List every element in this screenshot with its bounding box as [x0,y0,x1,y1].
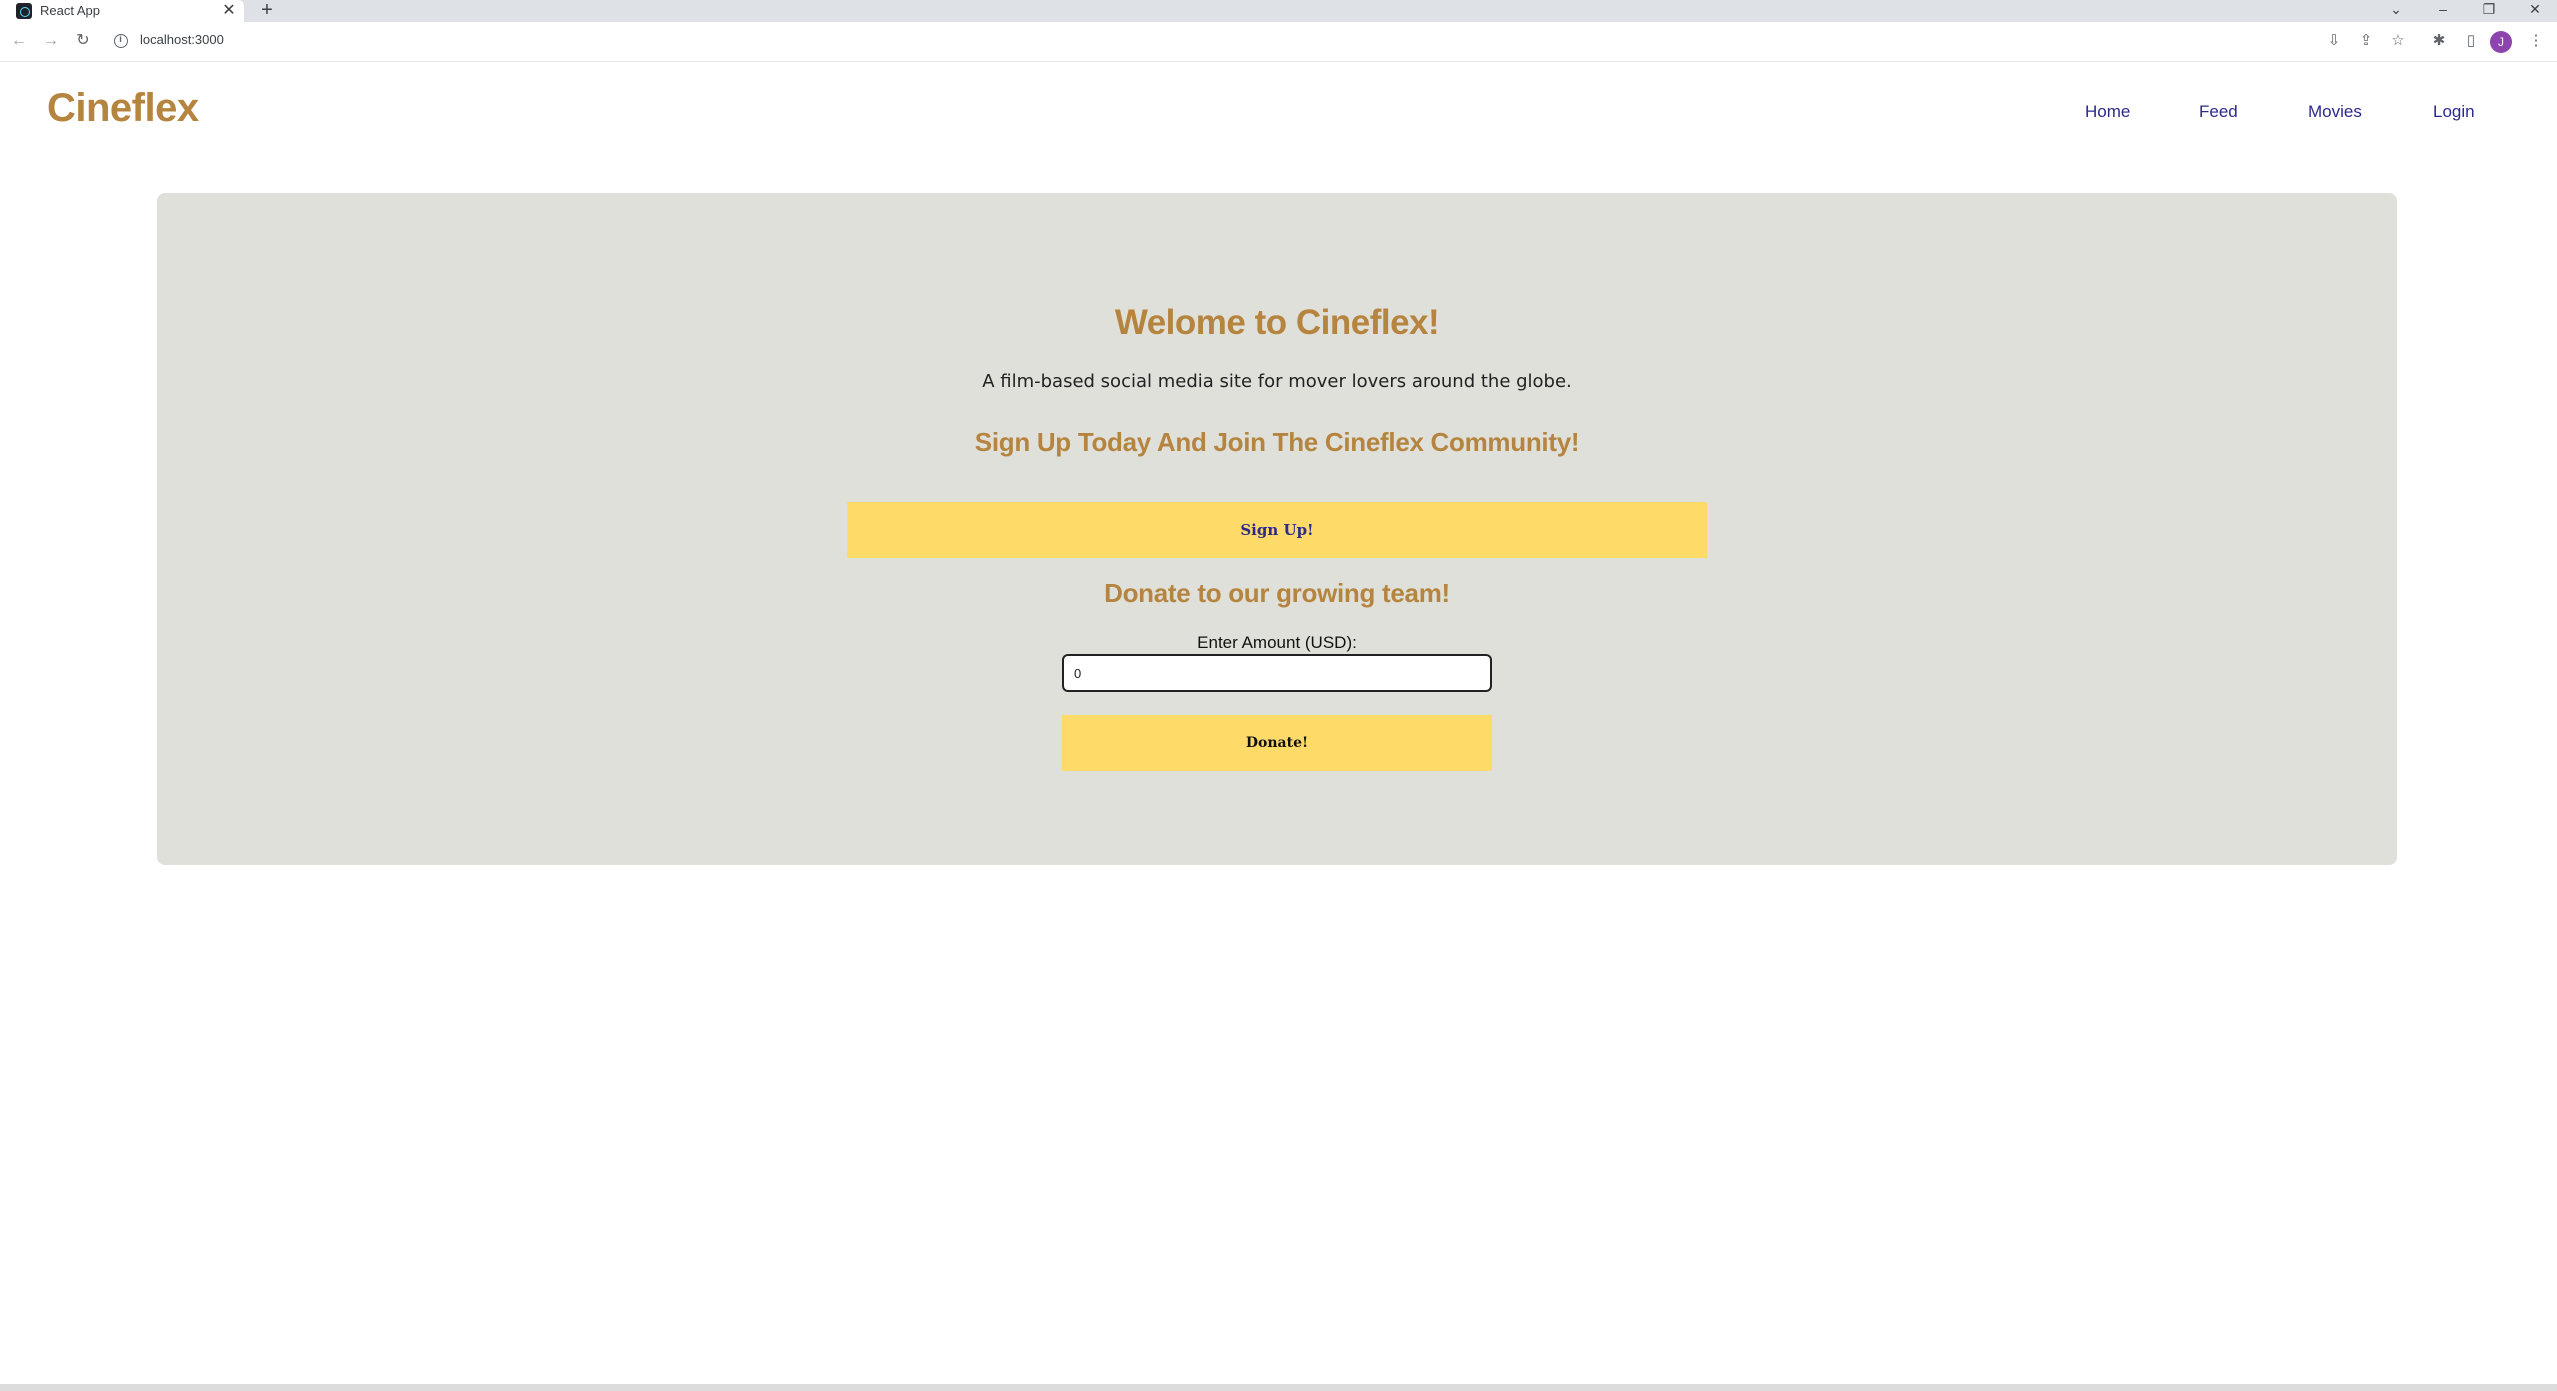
back-icon[interactable]: ← [8,30,30,52]
window-close-icon[interactable]: ✕ [2520,0,2550,22]
new-tab-icon[interactable]: + [256,0,278,22]
bottom-scrollbar[interactable] [0,1384,2557,1391]
forward-icon[interactable]: → [40,30,62,52]
nav-link-login[interactable]: Login [2433,102,2475,122]
hero-panel: Welome to Cineflex! A film-based social … [157,193,2397,865]
site-info-icon[interactable] [114,34,128,48]
donate-heading: Donate to our growing team! [1104,578,1450,608]
tab-title: React App [40,3,100,18]
nav-link-feed[interactable]: Feed [2199,102,2238,122]
install-app-icon[interactable]: ⇩ [2323,30,2345,52]
browser-toolbar: ← → ↻ localhost:3000 ⇩ ⇪ ☆ ✱ ▯ J ⋮ [0,22,2557,62]
browser-menu-icon[interactable]: ⋮ [2525,30,2547,52]
side-panel-icon[interactable]: ▯ [2460,30,2482,52]
signup-button[interactable]: Sign Up! [847,502,1707,558]
signup-heading: Sign Up Today And Join The Cineflex Comm… [974,427,1580,457]
nav-link-home[interactable]: Home [2085,102,2130,122]
bookmark-star-icon[interactable]: ☆ [2387,30,2409,52]
restore-icon[interactable]: ❐ [2474,0,2504,22]
react-favicon-icon [16,3,32,19]
extensions-icon[interactable]: ✱ [2428,30,2450,52]
address-bar[interactable]: localhost:3000 [104,26,2304,56]
tab-search-icon[interactable]: ⌄ [2381,0,2411,22]
profile-avatar[interactable]: J [2490,31,2512,53]
reload-icon[interactable]: ↻ [72,30,94,52]
browser-tabstrip: React App ✕ + ⌄ – ❐ ✕ [0,0,2557,22]
hero-subtitle: A film-based social media site for mover… [982,371,1572,392]
nav-link-movies[interactable]: Movies [2308,102,2362,122]
amount-input[interactable] [1062,654,1492,692]
amount-label: Enter Amount (USD): [1197,633,1357,652]
donate-button[interactable]: Donate! [1062,715,1492,771]
minimize-icon[interactable]: – [2428,0,2458,22]
browser-tab[interactable]: React App ✕ [0,0,244,22]
share-icon[interactable]: ⇪ [2355,30,2377,52]
site-logo[interactable]: Cineflex [47,86,199,131]
url-text[interactable]: localhost:3000 [140,32,224,47]
tab-close-icon[interactable]: ✕ [218,0,240,22]
hero-title: Welome to Cineflex! [1114,303,1440,342]
